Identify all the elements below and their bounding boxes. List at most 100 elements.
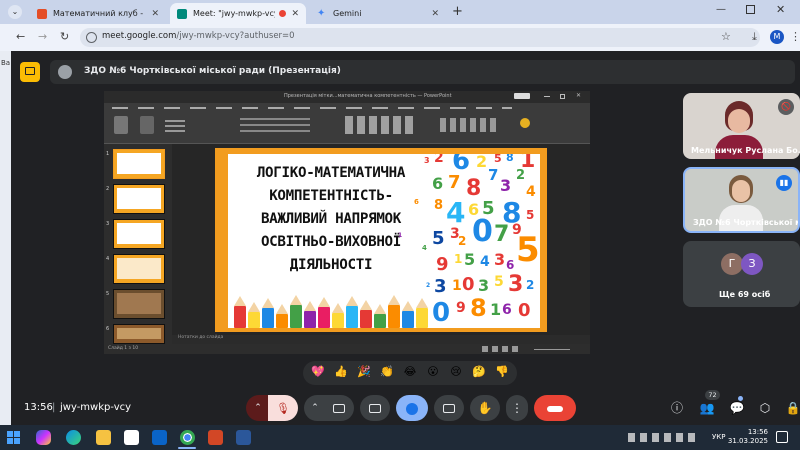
decor-digit: 5 — [516, 230, 540, 270]
reaction-clap-icon[interactable]: 👏 — [376, 365, 398, 378]
decor-digit: 6 — [506, 258, 515, 272]
reaction-thinking-icon[interactable]: 🤔 — [468, 365, 490, 378]
slide-thumbnail[interactable] — [113, 289, 165, 319]
outlook-icon[interactable] — [152, 430, 167, 445]
chat-icon[interactable]: 💬 — [728, 399, 746, 417]
activities-icon[interactable]: ⬡ — [756, 399, 774, 417]
chrome-icon[interactable] — [180, 430, 195, 445]
minimize-button[interactable]: — — [716, 4, 726, 15]
file-explorer-icon[interactable] — [96, 430, 111, 445]
notes-pane[interactable]: Нотатки до слайда — [172, 335, 590, 344]
avatar: Г — [721, 253, 743, 275]
notifications-icon[interactable] — [776, 431, 788, 443]
ribbon-tabs — [112, 105, 512, 111]
view-buttons[interactable] — [482, 346, 522, 352]
zoom-slider[interactable] — [534, 349, 570, 350]
numbers-collage: 2 6 2 5 8 1 6 7 8 7 3 2 4 8 4 6 5 8 5 5 … — [432, 154, 540, 328]
bookmark-star-icon[interactable]: ☆ — [721, 30, 731, 43]
decor-digit: 3 — [424, 156, 430, 165]
reaction-heart-icon[interactable]: 💖 — [307, 365, 329, 378]
decor-digit: 7 — [448, 172, 461, 193]
close-icon[interactable]: ✕ — [431, 9, 439, 19]
raise-hand-button[interactable]: ✋ — [470, 395, 500, 421]
meeting-info-icon[interactable]: ⓘ — [668, 399, 686, 417]
decor-digit: 6 — [432, 174, 444, 193]
tab-search-button[interactable]: ⌄ — [8, 5, 22, 19]
maximize-button[interactable] — [746, 5, 755, 14]
leave-call-button[interactable] — [534, 395, 576, 421]
audio-options-button[interactable]: ⌃ — [246, 395, 270, 421]
presenter-avatar — [58, 65, 72, 79]
decor-digit: 4 — [446, 196, 466, 229]
menu-kebab-icon[interactable]: ⋮ — [790, 30, 800, 43]
participant-tile[interactable]: ▮▮ ЗДО №6 Чортківської м... — [683, 167, 800, 233]
tab-meet[interactable]: Meet: "jwy-mwkp-vcy" ✕ — [170, 3, 306, 24]
close-icon[interactable]: ✕ — [291, 9, 299, 19]
captions-button[interactable] — [360, 395, 390, 421]
slide-thumbnail[interactable] — [113, 324, 165, 344]
slide-thumbnail[interactable] — [113, 184, 165, 214]
pencil-graphic — [318, 297, 330, 328]
windows-start-icon[interactable] — [6, 430, 21, 445]
decor-digit: 1 — [398, 232, 403, 239]
meeting-code: jwy-mwkp-vcy — [60, 402, 132, 413]
video-options-button[interactable]: ⌃ — [304, 395, 326, 421]
slide-title-line: ЛОГІКО-МАТЕМАТИЧНА — [256, 165, 406, 181]
pencil-graphic — [360, 300, 372, 328]
tab-math-club[interactable]: Математичний клуб - rumelnyk... ✕ — [30, 3, 166, 24]
word-icon[interactable] — [236, 430, 251, 445]
download-icon[interactable]: ⤓ — [752, 30, 757, 44]
reload-icon[interactable]: ↻ — [60, 30, 69, 43]
speaking-indicator-icon: ▮▮ — [776, 175, 792, 191]
reaction-thumbs-up-icon[interactable]: 👍 — [330, 365, 352, 378]
more-options-button[interactable]: ⋮ — [506, 395, 528, 421]
reaction-sad-icon[interactable]: 😢 — [445, 365, 467, 378]
slide-title-line: ОСВІТНЬО-ВИХОВНОЇ — [260, 234, 402, 250]
camera-toggle-button[interactable] — [324, 395, 354, 421]
profile-avatar[interactable]: M — [770, 30, 784, 44]
slide-number: 6 — [106, 326, 110, 332]
store-icon[interactable] — [124, 430, 139, 445]
active-app-indicator — [178, 447, 196, 449]
slide-thumbnail[interactable] — [113, 219, 165, 249]
slide-number: 1 — [106, 151, 110, 157]
reaction-thumbs-down-icon[interactable]: 👎 — [491, 365, 513, 378]
decor-digit: 4 — [480, 254, 490, 270]
address-bar[interactable]: meet.google.com/jwy-mwkp-vcy?authuser=0 … — [80, 28, 760, 47]
close-window-button[interactable]: ✕ — [776, 3, 785, 16]
decor-digit: 2 — [516, 168, 526, 183]
decor-digit: 2 — [426, 282, 431, 289]
decor-digit: 6 — [414, 198, 419, 206]
decor-digit: 6 — [502, 302, 512, 318]
slide-title: ЛОГІКО-МАТЕМАТИЧНА КОМПЕТЕНТНІСТЬ- ВАЖЛИ… — [228, 162, 434, 277]
system-clock[interactable]: 13:56 31.03.2025 — [728, 428, 768, 446]
back-arrow-icon[interactable]: ← — [16, 30, 25, 43]
more-participants-tile[interactable]: Г З Ще 69 осіб — [683, 241, 800, 307]
close-icon[interactable]: ✕ — [151, 9, 159, 19]
tab-title: Meet: "jwy-mwkp-vcy" — [193, 9, 276, 18]
participant-tile[interactable]: 🚫 Мельничук Руслана Бо... — [683, 93, 800, 159]
keyboard-language[interactable]: УКР — [712, 433, 725, 441]
ribbon-groups — [110, 114, 580, 140]
reaction-party-icon[interactable]: 🎉 — [353, 365, 375, 378]
slide-thumbnail[interactable] — [113, 149, 165, 179]
host-controls-icon[interactable]: 🔒 — [784, 399, 800, 417]
new-tab-button[interactable]: + — [452, 5, 463, 19]
forward-arrow-icon[interactable]: → — [38, 30, 47, 43]
reactions-bar: 💖 👍 🎉 👏 😂 😮 😢 🤔 👎 — [303, 361, 517, 385]
tab-gemini[interactable]: ✦ Gemini ✕ — [310, 3, 446, 24]
reaction-surprised-icon[interactable]: 😮 — [422, 365, 444, 378]
decor-digit: 0 — [462, 274, 475, 295]
emoji-reactions-button[interactable] — [396, 395, 428, 421]
site-info-icon[interactable] — [86, 32, 97, 43]
slide-thumbnail[interactable] — [113, 254, 165, 284]
tray-icons[interactable] — [628, 433, 698, 442]
microphone-toggle-button[interactable]: 🎙 — [268, 395, 298, 421]
slide-number: 3 — [106, 221, 110, 227]
copilot-icon[interactable] — [36, 430, 51, 445]
present-screen-button[interactable] — [434, 395, 464, 421]
people-icon[interactable]: 👥 — [698, 399, 716, 417]
edge-icon[interactable] — [66, 430, 81, 445]
powerpoint-icon[interactable] — [208, 430, 223, 445]
reaction-laugh-icon[interactable]: 😂 — [399, 365, 421, 378]
